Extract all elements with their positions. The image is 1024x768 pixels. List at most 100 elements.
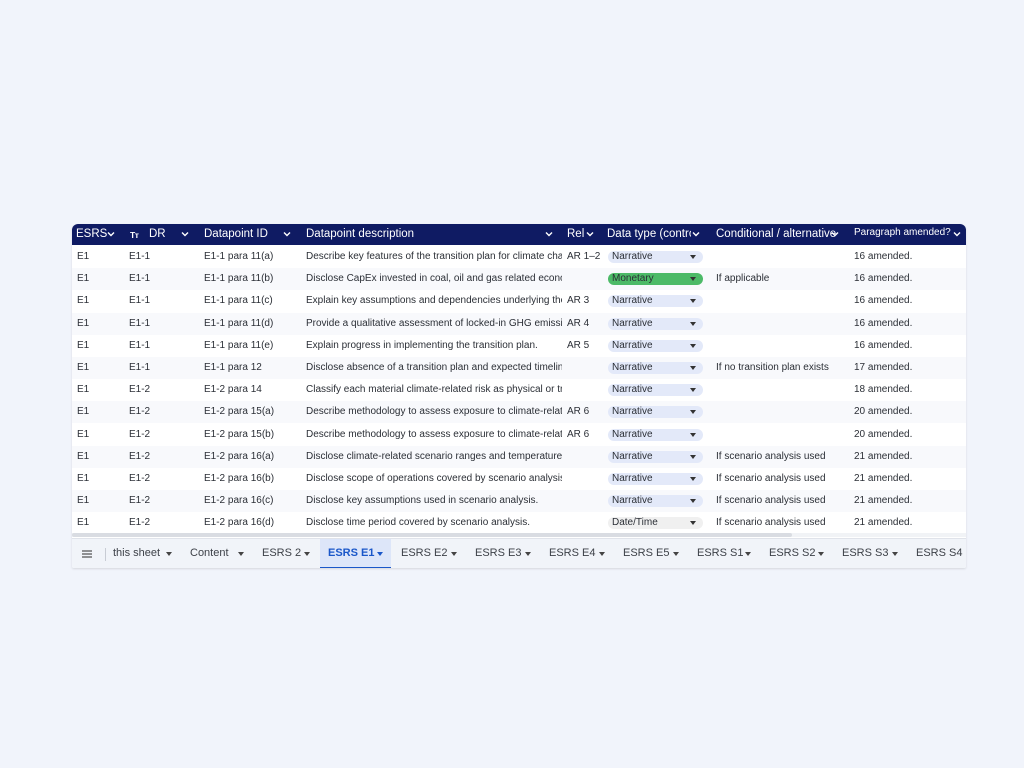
cell-amended[interactable]: 20 amended. (854, 401, 964, 423)
cell-datapoint-id[interactable]: E1-2 para 16(a) (204, 446, 300, 468)
cell-description[interactable]: Disclose CapEx invested in coal, oil and… (306, 268, 562, 290)
dropdown-arrow-icon[interactable] (690, 343, 696, 348)
dropdown-arrow-icon[interactable] (690, 255, 696, 259)
cell-esrs[interactable]: E1 (77, 313, 127, 335)
cell-rel[interactable]: AR 6 (567, 401, 601, 423)
cell-conditional[interactable]: If scenario analysis used (716, 446, 850, 468)
cell-description[interactable]: Disclose scope of operations covered by … (306, 468, 562, 490)
cell-description[interactable]: Explain progress in implementing the tra… (306, 335, 562, 357)
dropdown-arrow-icon[interactable] (690, 432, 696, 437)
tab-menu-arrow-icon[interactable] (525, 552, 531, 556)
sheet-tab-esrs-s2[interactable]: ESRS S2 (761, 539, 832, 568)
tab-menu-arrow-icon[interactable] (599, 552, 605, 556)
dropdown-arrow-icon[interactable] (690, 410, 696, 415)
sheet-tab-esrs-e4[interactable]: ESRS E4 (541, 539, 613, 568)
dropdown-arrow-icon[interactable] (690, 277, 696, 282)
data-type-dropdown[interactable]: Narrative (608, 406, 703, 419)
cell-dr[interactable]: E1-2 (129, 446, 195, 468)
cell-esrs[interactable]: E1 (77, 424, 127, 446)
cell-datapoint-id[interactable]: E1-1 para 11(b) (204, 268, 300, 290)
cell-conditional[interactable]: If scenario analysis used (716, 490, 850, 512)
chevron-down-icon[interactable] (106, 229, 116, 239)
data-type-dropdown[interactable]: Narrative (608, 428, 703, 441)
chevron-down-icon[interactable] (544, 229, 554, 239)
cell-datapoint-id[interactable]: E1-1 para 11(c) (204, 290, 300, 312)
cell-dr[interactable]: E1-2 (129, 401, 195, 423)
chevron-down-icon[interactable] (691, 229, 701, 239)
column-header-esrs[interactable]: ESRS (72, 224, 128, 245)
cell-esrs[interactable]: E1 (77, 490, 127, 512)
cell-description[interactable]: Disclose climate-related scenario ranges… (306, 446, 562, 468)
cell-datapoint-id[interactable]: E1-2 para 14 (204, 379, 300, 401)
cell-amended[interactable]: 21 amended. (854, 468, 964, 490)
cell-datapoint-id[interactable]: E1-1 para 11(e) (204, 335, 300, 357)
cell-amended[interactable]: 17 amended. (854, 357, 964, 379)
cell-conditional[interactable] (716, 290, 850, 312)
tab-menu-arrow-icon[interactable] (892, 552, 898, 556)
chevron-down-icon[interactable] (585, 229, 595, 239)
chevron-down-icon[interactable] (952, 229, 962, 239)
cell-rel[interactable] (567, 268, 601, 290)
cell-datapoint-id[interactable]: E1-1 para 11(d) (204, 313, 300, 335)
cell-dr[interactable]: E1-1 (129, 313, 195, 335)
cell-datapoint-id[interactable]: E1-2 para 16(b) (204, 468, 300, 490)
cell-conditional[interactable] (716, 379, 850, 401)
dropdown-arrow-icon[interactable] (690, 499, 696, 504)
cell-conditional[interactable] (716, 401, 850, 423)
sheet-tab-esrs-s1[interactable]: ESRS S1 (689, 539, 759, 568)
data-type-dropdown[interactable]: Narrative (608, 450, 703, 463)
cell-dr[interactable]: E1-1 (129, 268, 195, 290)
cell-conditional[interactable] (716, 424, 850, 446)
cell-description[interactable]: Explain key assumptions and dependencies… (306, 290, 562, 312)
cell-datapoint-id[interactable]: E1-2 para 15(a) (204, 401, 300, 423)
sheet-tab-esrs-e1[interactable]: ESRS E1 (320, 539, 391, 568)
tab-menu-arrow-icon[interactable] (304, 552, 310, 556)
cell-rel[interactable]: AR 5 (567, 335, 601, 357)
cell-datapoint-id[interactable]: E1-2 para 15(b) (204, 424, 300, 446)
dropdown-arrow-icon[interactable] (690, 299, 696, 304)
cell-esrs[interactable]: E1 (77, 512, 127, 534)
cell-rel[interactable] (567, 357, 601, 379)
cell-description[interactable]: Describe methodology to assess exposure … (306, 424, 562, 446)
cell-esrs[interactable]: E1 (77, 468, 127, 490)
cell-amended[interactable]: 18 amended. (854, 379, 964, 401)
column-header-dr[interactable]: Tт DR (128, 224, 196, 245)
tab-menu-arrow-icon[interactable] (377, 552, 383, 556)
cell-rel[interactable]: AR 3 (567, 290, 601, 312)
cell-dr[interactable]: E1-1 (129, 335, 195, 357)
tab-menu-arrow-icon[interactable] (745, 552, 751, 556)
sheet-tab-this-sheet[interactable]: this sheet (105, 539, 180, 568)
cell-conditional[interactable] (716, 335, 850, 357)
cell-dr[interactable]: E1-2 (129, 379, 195, 401)
cell-rel[interactable]: AR 1–2 (567, 246, 601, 268)
cell-esrs[interactable]: E1 (77, 401, 127, 423)
data-type-dropdown[interactable]: Date/Time (608, 517, 703, 530)
data-type-dropdown[interactable]: Narrative (608, 339, 703, 352)
data-type-dropdown[interactable]: Narrative (608, 317, 703, 330)
chevron-down-icon[interactable] (282, 229, 292, 239)
dropdown-arrow-icon[interactable] (690, 388, 696, 393)
tab-menu-arrow-icon[interactable] (818, 552, 824, 556)
cell-dr[interactable]: E1-2 (129, 490, 195, 512)
cell-datapoint-id[interactable]: E1-2 para 16(c) (204, 490, 300, 512)
cell-description[interactable]: Classify each material climate-related r… (306, 379, 562, 401)
cell-conditional[interactable]: If scenario analysis used (716, 512, 850, 534)
cell-description[interactable]: Disclose key assumptions used in scenari… (306, 490, 562, 512)
scrollbar-thumb[interactable] (72, 533, 792, 537)
tab-menu-arrow-icon[interactable] (451, 552, 457, 556)
dropdown-arrow-icon[interactable] (690, 366, 696, 370)
cell-rel[interactable] (567, 446, 601, 468)
cell-dr[interactable]: E1-2 (129, 468, 195, 490)
tab-menu-arrow-icon[interactable] (238, 552, 244, 556)
dropdown-arrow-icon[interactable] (690, 454, 696, 459)
column-header-rel[interactable]: Rel (563, 224, 603, 245)
cell-esrs[interactable]: E1 (77, 335, 127, 357)
cell-conditional[interactable] (716, 313, 850, 335)
cell-esrs[interactable]: E1 (77, 446, 127, 468)
cell-amended[interactable]: 20 amended. (854, 424, 964, 446)
cell-amended[interactable]: 16 amended. (854, 290, 964, 312)
column-header-conditional[interactable]: Conditional / alternative (712, 224, 848, 245)
cell-datapoint-id[interactable]: E1-1 para 12 (204, 357, 300, 379)
data-type-dropdown[interactable]: Narrative (608, 295, 703, 308)
sheet-tab-esrs-e5[interactable]: ESRS E5 (615, 539, 687, 568)
